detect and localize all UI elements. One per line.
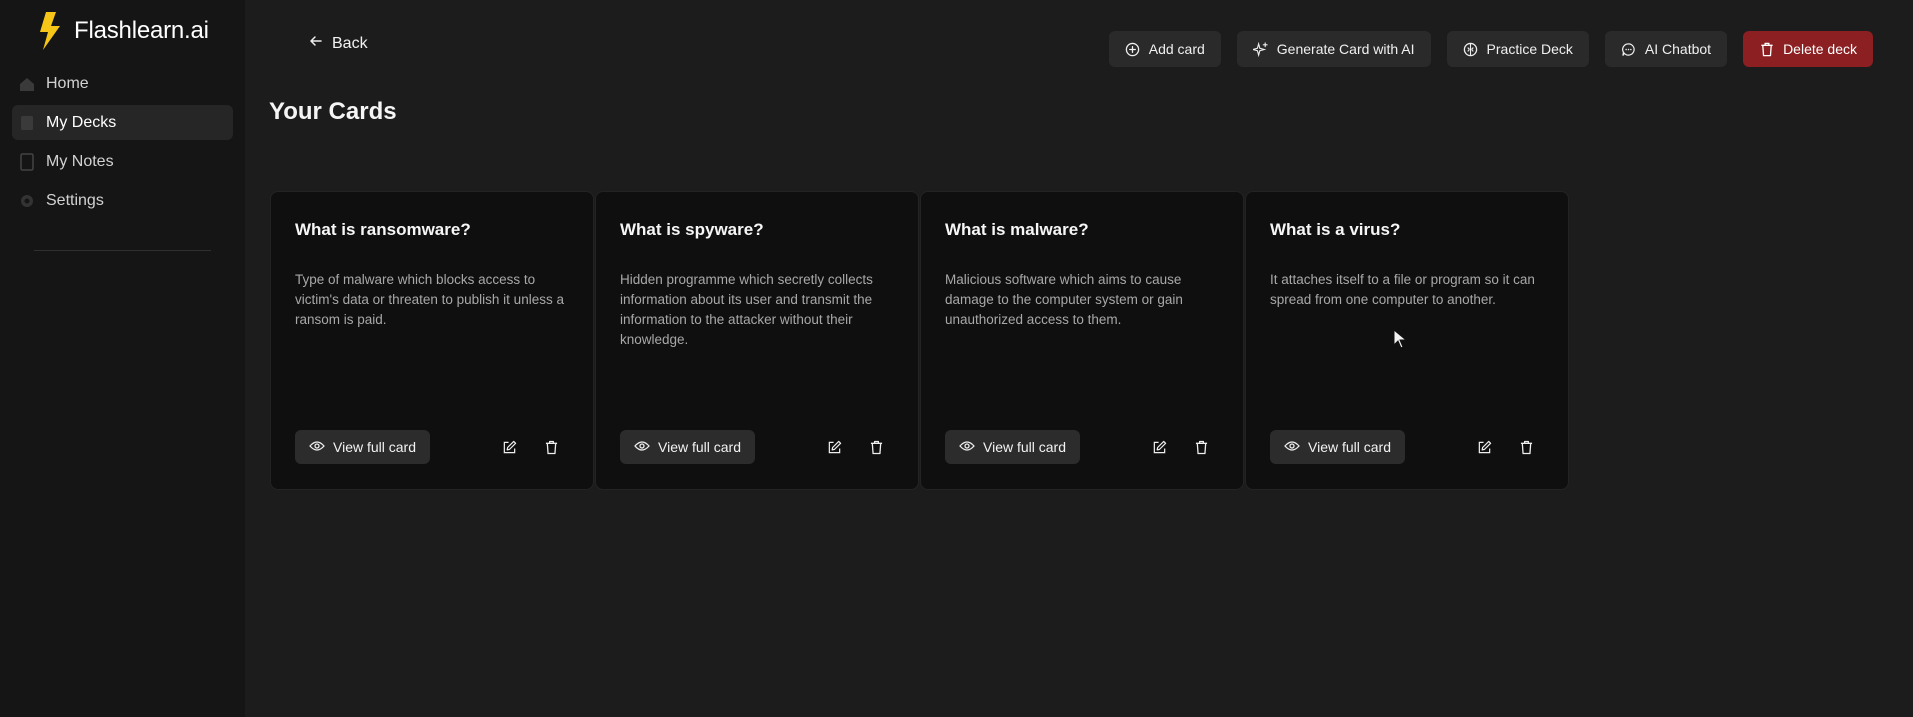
practice-deck-label: Practice Deck	[1486, 41, 1573, 57]
sidebar-nav: Home My Decks My Notes Settings	[12, 66, 233, 218]
plus-circle-icon	[1125, 41, 1141, 57]
sidebar-item-my-decks[interactable]: My Decks	[12, 105, 233, 140]
edit-icon[interactable]	[1474, 437, 1494, 457]
card-icon-actions	[1474, 437, 1536, 457]
main-content: Back Add card Generate Card with AI Prac…	[245, 0, 1913, 717]
sidebar-item-settings[interactable]: Settings	[12, 183, 233, 218]
sidebar-item-label: My Notes	[46, 152, 114, 170]
ai-chatbot-button[interactable]: AI Chatbot	[1604, 31, 1728, 67]
card-footer: View full card	[945, 430, 1219, 464]
card-question: What is malware?	[945, 220, 1089, 239]
lightning-bolt-icon	[34, 11, 64, 51]
arrow-left-icon	[309, 34, 323, 53]
view-full-card-label: View full card	[983, 439, 1067, 455]
top-bar: Back Add card Generate Card with AI Prac…	[269, 0, 1893, 96]
card-answer: Malicious software which aims to cause d…	[945, 272, 1183, 327]
view-full-card-button[interactable]: View full card	[295, 430, 431, 464]
sidebar-divider	[34, 250, 211, 251]
flashcard: What is ransomware? Type of malware whic…	[270, 191, 594, 490]
sidebar-item-home[interactable]: Home	[12, 66, 233, 101]
chat-bubble-icon	[1621, 41, 1637, 57]
gear-icon	[18, 192, 36, 210]
trash-icon[interactable]	[866, 437, 886, 457]
flashcard: What is malware? Malicious software whic…	[920, 191, 1244, 490]
edit-icon[interactable]	[499, 437, 519, 457]
add-card-button[interactable]: Add card	[1108, 31, 1221, 67]
view-full-card-button[interactable]: View full card	[945, 430, 1081, 464]
sidebar-item-my-notes[interactable]: My Notes	[12, 144, 233, 179]
view-full-card-label: View full card	[333, 439, 417, 455]
edit-icon[interactable]	[1149, 437, 1169, 457]
card-grid: What is ransomware? Type of malware whic…	[270, 191, 1570, 490]
trash-icon[interactable]	[1191, 437, 1211, 457]
brand[interactable]: Flashlearn.ai	[12, 10, 233, 52]
eye-icon	[309, 439, 325, 455]
edit-icon[interactable]	[824, 437, 844, 457]
sidebar-item-label: My Decks	[46, 113, 117, 131]
trash-icon[interactable]	[541, 437, 561, 457]
delete-deck-button[interactable]: Delete deck	[1743, 31, 1873, 67]
home-icon	[18, 75, 36, 93]
eye-icon	[634, 439, 650, 455]
trash-icon[interactable]	[1516, 437, 1536, 457]
card-icon-actions	[1149, 437, 1211, 457]
flashcard: What is a virus? It attaches itself to a…	[1245, 191, 1569, 490]
notebook-icon	[18, 152, 36, 171]
eye-icon	[1284, 439, 1300, 455]
card-answer: Hidden programme which secretly collects…	[620, 272, 873, 347]
card-answer: It attaches itself to a file or program …	[1270, 272, 1535, 307]
sparkles-icon	[1253, 41, 1269, 57]
card-icon-actions	[499, 437, 561, 457]
card-answer: Type of malware which blocks access to v…	[295, 272, 564, 327]
card-question: What is ransomware?	[295, 220, 471, 239]
brain-icon	[1463, 41, 1479, 57]
sidebar-item-label: Home	[46, 74, 89, 92]
header-actions: Add card Generate Card with AI Practice …	[1108, 31, 1873, 67]
view-full-card-label: View full card	[1308, 439, 1392, 455]
sidebar: Flashlearn.ai Home My Decks My Notes Set…	[0, 0, 245, 717]
view-full-card-label: View full card	[658, 439, 742, 455]
generate-card-ai-button[interactable]: Generate Card with AI	[1236, 31, 1431, 67]
generate-card-ai-label: Generate Card with AI	[1276, 41, 1415, 57]
card-footer: View full card	[1270, 430, 1544, 464]
card-question: What is spyware?	[620, 220, 764, 239]
back-label: Back	[332, 34, 368, 52]
add-card-label: Add card	[1148, 41, 1205, 57]
eye-icon	[959, 439, 975, 455]
card-icon-actions	[824, 437, 886, 457]
brand-name: Flashlearn.ai	[74, 17, 209, 44]
back-button[interactable]: Back	[309, 34, 368, 53]
sidebar-item-label: Settings	[46, 191, 104, 209]
ai-chatbot-label: AI Chatbot	[1644, 41, 1712, 57]
card-footer: View full card	[620, 430, 894, 464]
delete-deck-label: Delete deck	[1783, 41, 1857, 57]
flashcard: What is spyware? Hidden programme which …	[595, 191, 919, 490]
mouse-cursor-icon	[1393, 328, 1408, 354]
deck-icon	[18, 114, 36, 132]
view-full-card-button[interactable]: View full card	[1270, 430, 1406, 464]
practice-deck-button[interactable]: Practice Deck	[1446, 31, 1589, 67]
trash-icon	[1759, 41, 1775, 57]
card-question: What is a virus?	[1270, 220, 1401, 239]
view-full-card-button[interactable]: View full card	[620, 430, 756, 464]
app-root: Flashlearn.ai Home My Decks My Notes Set…	[0, 0, 1913, 717]
page-title: Your Cards	[269, 98, 397, 125]
card-footer: View full card	[295, 430, 569, 464]
